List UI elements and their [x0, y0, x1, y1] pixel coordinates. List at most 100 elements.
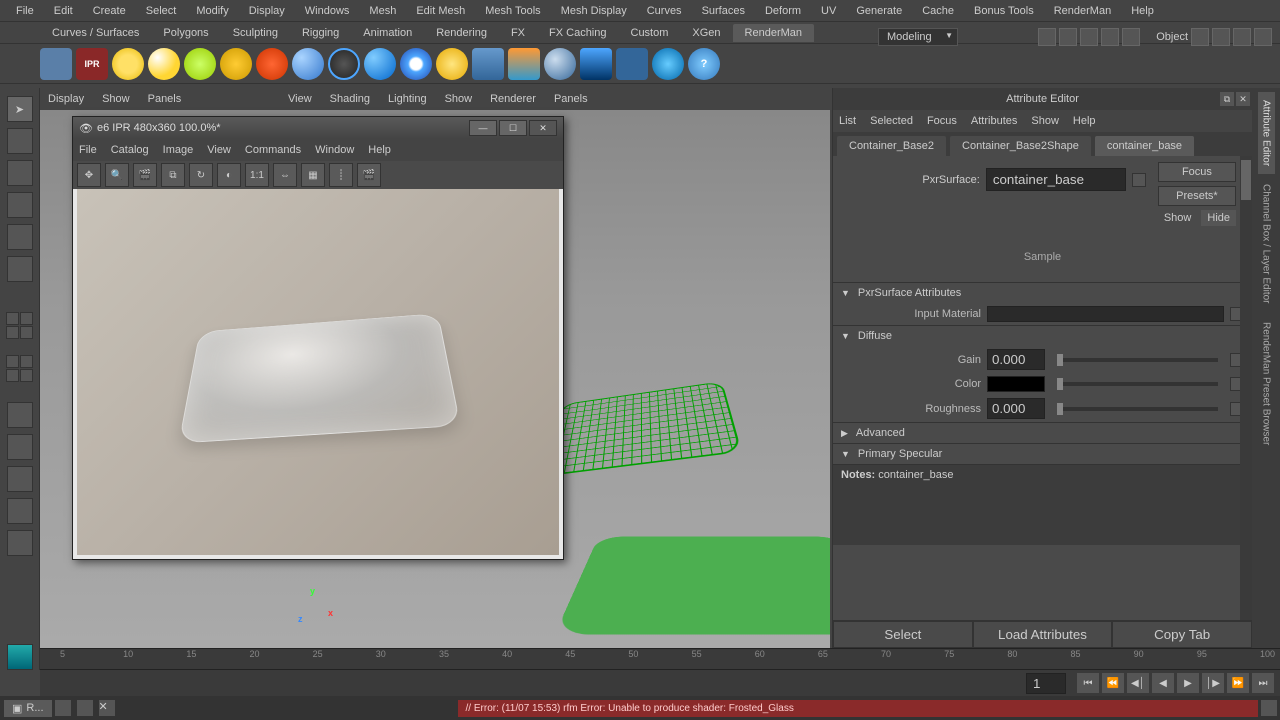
menu-display[interactable]: Display [239, 2, 295, 20]
rv-help[interactable]: Help [368, 144, 391, 156]
notes-textarea[interactable] [833, 485, 1252, 545]
section-primary-specular[interactable]: ▼Primary Specular [833, 444, 1252, 464]
menu-surfaces[interactable]: Surfaces [692, 2, 755, 20]
rv-marquee-icon[interactable]: ▦ [301, 163, 325, 187]
env-sphere-icon[interactable] [184, 48, 216, 80]
rv-clap-icon[interactable]: 🎬 [133, 163, 157, 187]
layout-c-icon[interactable] [6, 369, 19, 382]
render-view-window[interactable]: 👁 e6 IPR 480x360 100.0%* — ☐ ✕ File Cata… [72, 116, 564, 560]
rv-refresh-icon[interactable]: ↻ [189, 163, 213, 187]
shelf-tab-rigging[interactable]: Rigging [290, 24, 351, 42]
shelf-tab-rendering[interactable]: Rendering [424, 24, 499, 42]
ae-close-icon[interactable]: ✕ [1236, 92, 1250, 106]
undo-icon[interactable] [1101, 28, 1119, 46]
input-material-field[interactable] [987, 306, 1224, 322]
layout3-icon[interactable] [1254, 28, 1272, 46]
rv-move-icon[interactable]: ✥ [77, 163, 101, 187]
select-tool-icon[interactable]: ➤ [7, 96, 33, 122]
menu-deform[interactable]: Deform [755, 2, 811, 20]
rv-pick-icon[interactable]: ◐ [217, 163, 241, 187]
layout-d-icon[interactable] [20, 369, 33, 382]
color-slider[interactable] [1057, 382, 1218, 386]
right-tab-channel-box[interactable]: Channel Box / Layer Editor [1258, 176, 1275, 312]
node-name-field[interactable] [986, 168, 1126, 191]
vp-renderer[interactable]: Renderer [490, 93, 536, 105]
shelf-tab-fx-caching[interactable]: FX Caching [537, 24, 618, 42]
rv-clap2-icon[interactable]: 🎬 [357, 163, 381, 187]
shelf-tab-polygons[interactable]: Polygons [151, 24, 220, 42]
layout2-icon[interactable] [1233, 28, 1251, 46]
ae-focus[interactable]: Focus [927, 115, 957, 127]
current-frame-field[interactable] [1026, 673, 1066, 694]
shelf-tab-xgen[interactable]: XGen [680, 24, 732, 42]
move-tool-icon[interactable] [7, 192, 33, 218]
ae-selected[interactable]: Selected [870, 115, 913, 127]
go-start-icon[interactable]: ⏮ [1077, 673, 1099, 693]
clapboard-icon[interactable] [40, 48, 72, 80]
rv-catalog[interactable]: Catalog [111, 144, 149, 156]
menu-edit[interactable]: Edit [44, 2, 83, 20]
rv-commands[interactable]: Commands [245, 144, 301, 156]
layout-three-icon[interactable] [6, 326, 19, 339]
attribute-editor-scrollbar[interactable] [1240, 156, 1252, 620]
render-view-canvas[interactable] [77, 189, 559, 555]
ae-attributes[interactable]: Attributes [971, 115, 1017, 127]
menu-bonus-tools[interactable]: Bonus Tools [964, 2, 1044, 20]
time-slider[interactable]: 5101520253035404550556065707580859095100 [40, 648, 1280, 670]
star-sphere-icon[interactable] [256, 48, 288, 80]
ipr-icon[interactable]: IPR [76, 48, 108, 80]
go-end-icon[interactable]: ⏭ [1252, 673, 1274, 693]
snap-curve-icon[interactable] [7, 434, 33, 460]
layout-four-icon[interactable] [20, 326, 33, 339]
rv-zoom-icon[interactable]: 🔍 [105, 163, 129, 187]
step-forward-key-icon[interactable]: ⏩ [1227, 673, 1249, 693]
layout-two-icon[interactable] [20, 312, 33, 325]
file-new-icon[interactable] [1038, 28, 1056, 46]
menu-generate[interactable]: Generate [846, 2, 912, 20]
taskbar-icon-a[interactable] [55, 700, 71, 716]
swirl-icon[interactable] [652, 48, 684, 80]
ae-help[interactable]: Help [1073, 115, 1096, 127]
play-forward-icon[interactable]: ▶ [1177, 673, 1199, 693]
gain-slider[interactable] [1057, 358, 1218, 362]
menu-create[interactable]: Create [83, 2, 136, 20]
copy-tab-button[interactable]: Copy Tab [1112, 621, 1252, 648]
menu-windows[interactable]: Windows [295, 2, 360, 20]
ae-tab-container-base2[interactable]: Container_Base2 [837, 136, 946, 156]
rv-window[interactable]: Window [315, 144, 354, 156]
ae-tab-container-base[interactable]: container_base [1095, 136, 1194, 156]
snap-view-icon[interactable] [7, 530, 33, 556]
lock-icon[interactable] [1132, 173, 1146, 187]
scale-tool-icon[interactable] [7, 256, 33, 282]
step-back-icon[interactable]: ◀│ [1127, 673, 1149, 693]
rv-view[interactable]: View [207, 144, 231, 156]
hide-button[interactable]: Hide [1201, 210, 1236, 226]
vp-view[interactable]: View [288, 93, 312, 105]
menu-help[interactable]: Help [1121, 2, 1164, 20]
snap-grid-icon[interactable] [7, 402, 33, 428]
close-button[interactable]: ✕ [529, 120, 557, 136]
menu-modify[interactable]: Modify [186, 2, 238, 20]
moon-icon[interactable] [544, 48, 576, 80]
right-tab-attribute-editor[interactable]: Attribute Editor [1258, 92, 1275, 174]
vp-lighting[interactable]: Lighting [388, 93, 427, 105]
shelf-tab-animation[interactable]: Animation [351, 24, 424, 42]
play-back-icon[interactable]: ◀ [1152, 673, 1174, 693]
step-back-key-icon[interactable]: ⏪ [1102, 673, 1124, 693]
ae-tab-container-base2shape[interactable]: Container_Base2Shape [950, 136, 1091, 156]
sun-sphere-icon[interactable] [148, 48, 180, 80]
layout1-icon[interactable] [1212, 28, 1230, 46]
vp-show[interactable]: Show [102, 93, 130, 105]
snap-point-icon[interactable] [7, 466, 33, 492]
gain-field[interactable] [987, 349, 1045, 370]
workspace-dropdown[interactable]: Modeling [878, 28, 958, 46]
vp-panels[interactable]: Panels [148, 93, 182, 105]
roughness-field[interactable] [987, 398, 1045, 419]
focus-button[interactable]: Focus [1158, 162, 1236, 182]
rv-split-icon[interactable]: ⇔ [273, 163, 297, 187]
rv-copy-icon[interactable]: ⧉ [161, 163, 185, 187]
menu-select[interactable]: Select [136, 2, 187, 20]
menu-mesh-tools[interactable]: Mesh Tools [475, 2, 550, 20]
layout-a-icon[interactable] [6, 355, 19, 368]
script-editor-icon[interactable] [1261, 700, 1277, 716]
